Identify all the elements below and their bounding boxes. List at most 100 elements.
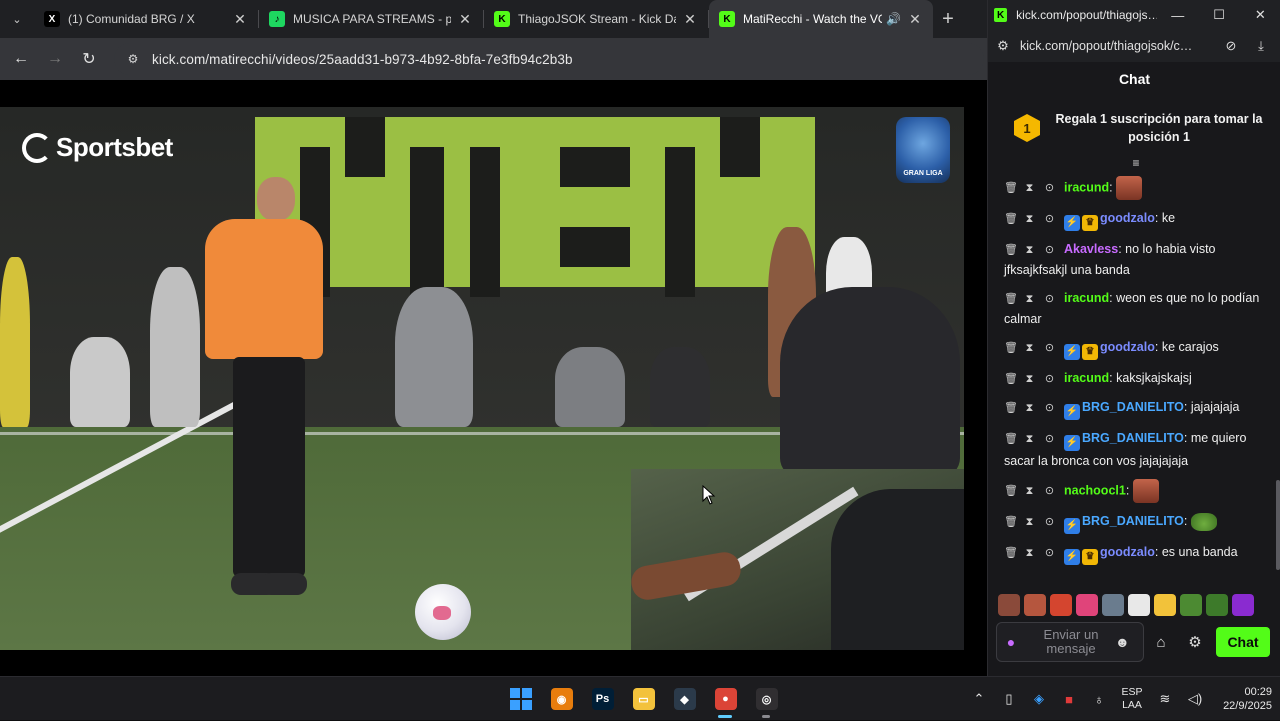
chat-username[interactable]: nachoocl1 [1064, 483, 1126, 497]
chat-username[interactable]: goodzalo [1100, 340, 1155, 354]
chat-input[interactable]: ● Enviar un mensaje ☻ [996, 622, 1144, 662]
photoshop-app[interactable]: Ps [582, 679, 623, 719]
chat-settings-icon[interactable]: ⚙ [1178, 633, 1212, 651]
chat-message[interactable]: 🗑 ⧗ ⊙ iracund: [988, 172, 1280, 204]
back-button[interactable]: ← [4, 50, 38, 68]
browser-tab[interactable]: K MatiRecchi - Watch the VOD 🔊 ✕ [709, 0, 933, 38]
quick-emote-icon[interactable] [998, 594, 1020, 616]
timeout-icon[interactable]: ⧗ [1024, 240, 1035, 260]
timeout-icon[interactable]: ⧗ [1024, 512, 1035, 532]
chat-username[interactable]: BRG_DANIELITO [1082, 514, 1184, 528]
trash-icon[interactable]: 🗑 [1004, 512, 1018, 532]
minimize-button[interactable]: — [1157, 8, 1198, 23]
maximize-button[interactable]: ☐ [1198, 7, 1239, 23]
chat-username[interactable]: iracund [1064, 371, 1109, 385]
quick-emote-icon[interactable] [1154, 594, 1176, 616]
close-tab-icon[interactable]: ✕ [907, 11, 923, 28]
file-explorer-app[interactable]: ▭ [623, 679, 664, 719]
chat-message[interactable]: 🗑 ⧗ ⊙ ⚡ BRG_DANIELITO: me quiero sacar la br… [988, 424, 1280, 475]
chat-message[interactable]: 🗑 ⧗ ⊙ ⚡ BRG_DANIELITO: [988, 507, 1280, 538]
ban-icon[interactable]: ⊙ [1044, 240, 1055, 260]
quick-emote-icon[interactable] [1206, 594, 1228, 616]
trash-icon[interactable]: 🗑 [1004, 178, 1018, 198]
chat-username[interactable]: BRG_DANIELITO [1082, 400, 1184, 414]
trash-icon[interactable]: 🗑 [1004, 398, 1018, 418]
chrome-app[interactable]: ● [705, 679, 746, 719]
timeout-icon[interactable]: ⧗ [1024, 178, 1035, 198]
timeout-icon[interactable]: ⧗ [1024, 398, 1035, 418]
chat-message[interactable]: 🗑 ⧗ ⊙ Akavless: no lo habia visto jfksajkfs… [988, 235, 1280, 284]
timeout-icon[interactable]: ⧗ [1024, 543, 1035, 563]
microphone-icon[interactable]: ● [1003, 634, 1019, 650]
quick-emote-icon[interactable] [1050, 594, 1072, 616]
chat-scrollbar[interactable] [1276, 480, 1280, 570]
trash-icon[interactable]: 🗑 [1004, 429, 1018, 449]
ban-icon[interactable]: ⊙ [1044, 429, 1055, 449]
chat-username[interactable]: goodzalo [1100, 545, 1155, 559]
chat-username[interactable]: iracund [1064, 291, 1109, 305]
trash-icon[interactable]: 🗑 [1004, 543, 1018, 563]
close-tab-icon[interactable]: ✕ [682, 11, 698, 28]
app-tray-icon[interactable]: ■ [1054, 692, 1084, 707]
browser-tab[interactable]: K ThiagoJSOK Stream - Kick Dash ✕ [484, 0, 708, 38]
ban-icon[interactable]: ⊙ [1044, 512, 1055, 532]
forward-button[interactable]: → [38, 50, 72, 68]
video-player[interactable]: Sportsbet GRAN LIGA [0, 107, 964, 650]
collapse-pinned-icon[interactable]: ≡ [1128, 157, 1144, 170]
eye-off-icon[interactable]: ⊘ [1216, 38, 1246, 54]
chat-message[interactable]: 🗑 ⧗ ⊙ iracund: kaksjkajskajsj [988, 364, 1280, 393]
language-indicator[interactable]: ESP LAA [1114, 686, 1150, 712]
quick-emote-icon[interactable] [1102, 594, 1124, 616]
new-tab-button[interactable]: + [933, 8, 963, 31]
trash-icon[interactable]: 🗑 [1004, 209, 1018, 229]
chat-message[interactable]: 🗑 ⧗ ⊙ ⚡ BRG_DANIELITO: jajajajaja [988, 393, 1280, 424]
tab-audio-icon[interactable]: 🔊 [886, 12, 901, 26]
quick-emote-icon[interactable] [1024, 594, 1046, 616]
close-tab-icon[interactable]: ✕ [232, 11, 248, 28]
reload-button[interactable]: ↻ [72, 49, 106, 69]
chat-username[interactable]: BRG_DANIELITO [1082, 431, 1184, 445]
ban-icon[interactable]: ⊙ [1044, 481, 1055, 501]
start-button[interactable] [500, 679, 541, 719]
browser-tab[interactable]: ♪ MUSICA PARA STREAMS - play ✕ [259, 0, 483, 38]
url-text[interactable]: kick.com/matirecchi/videos/25aadd31-b973… [152, 52, 573, 67]
quick-emote-icon[interactable] [1076, 594, 1098, 616]
trash-icon[interactable]: 🗑 [1004, 289, 1018, 309]
show-hidden-icons-button[interactable]: ⌃ [964, 691, 994, 707]
phone-link-icon[interactable]: ▯ [994, 691, 1024, 707]
volume-icon[interactable]: ◁) [1180, 691, 1210, 707]
quick-emote-icon[interactable] [1128, 594, 1150, 616]
microphone-tray-icon[interactable]: ♁ [1084, 692, 1114, 707]
browser-tab[interactable]: X (1) Comunidad BRG / X ✕ [34, 0, 258, 38]
ban-icon[interactable]: ⊙ [1044, 398, 1055, 418]
trash-icon[interactable]: 🗑 [1004, 369, 1018, 389]
download-icon[interactable]: ⤓ [1246, 38, 1276, 54]
trash-icon[interactable]: 🗑 [1004, 240, 1018, 260]
chat-messages[interactable]: 🗑 ⧗ ⊙ iracund: 🗑 ⧗ ⊙ ⚡ ♛ goodzalo: ke 🗑 ⧗ ⊙ Akavless… [988, 172, 1280, 584]
chat-message[interactable]: 🗑 ⧗ ⊙ ⚡ ♛ goodzalo: es una banda [988, 538, 1280, 569]
omnibox[interactable]: ⚙ kick.com/matirecchi/videos/25aadd31-b9… [114, 43, 984, 75]
chat-message[interactable]: 🗑 ⧗ ⊙ iracund: weon es que no lo podían cal… [988, 284, 1280, 333]
clock[interactable]: 00:29 22/9/2025 [1210, 685, 1272, 713]
ban-icon[interactable]: ⊙ [1044, 543, 1055, 563]
close-tab-icon[interactable]: ✕ [457, 11, 473, 28]
close-window-button[interactable]: ✕ [1240, 7, 1280, 23]
obs-app[interactable]: ◎ [746, 679, 787, 719]
ban-icon[interactable]: ⊙ [1044, 289, 1055, 309]
send-chat-button[interactable]: Chat [1216, 627, 1270, 657]
chat-username[interactable]: iracund [1064, 180, 1109, 194]
chat-message[interactable]: 🗑 ⧗ ⊙ ⚡ ♛ goodzalo: ke [988, 204, 1280, 235]
chat-window-url[interactable]: kick.com/popout/thiagojsok/c… [1020, 39, 1216, 53]
chat-message[interactable]: 🗑 ⧗ ⊙ ⚡ ♛ goodzalo: ke carajos [988, 333, 1280, 364]
timeout-icon[interactable]: ⧗ [1024, 429, 1035, 449]
tab-search-button[interactable]: ⌄ [0, 0, 34, 38]
site-settings-icon[interactable]: ⚙ [996, 38, 1010, 54]
site-info-icon[interactable]: ⚙ [122, 48, 144, 70]
wifi-icon[interactable]: ≋ [1150, 691, 1180, 707]
timeout-icon[interactable]: ⧗ [1024, 369, 1035, 389]
trash-icon[interactable]: 🗑 [1004, 481, 1018, 501]
ban-icon[interactable]: ⊙ [1044, 178, 1055, 198]
timeout-icon[interactable]: ⧗ [1024, 209, 1035, 229]
defender-icon[interactable]: ◈ [1024, 691, 1054, 707]
timeout-icon[interactable]: ⧗ [1024, 481, 1035, 501]
